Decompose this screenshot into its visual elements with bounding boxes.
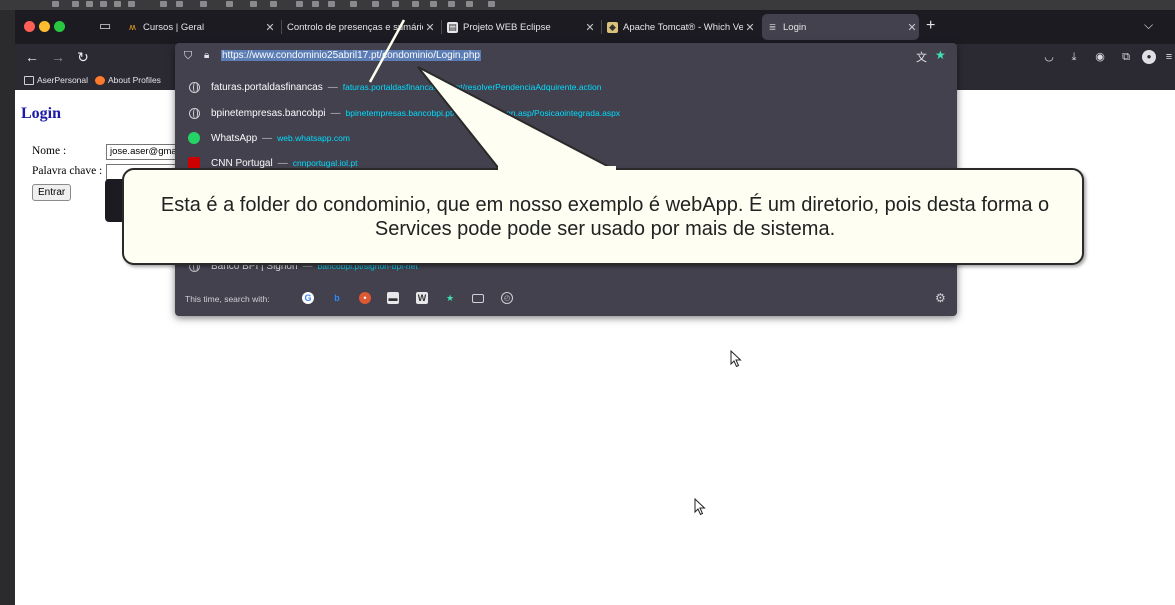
suggestion-url: web.whatsapp.com (277, 133, 350, 143)
suggestion-url: faturas.portaldasfinancas.gov.pt/resolve… (342, 82, 602, 92)
tab-controlo[interactable]: Controlo de presenças e sumários ✕ (287, 14, 437, 40)
suggestion-title: faturas.portaldasfinancas (211, 81, 323, 93)
address-bar[interactable]: ⛉ 🔒︎ https://www.condominio25abril17.pt/… (175, 43, 957, 71)
close-tab-icon[interactable]: ✕ (743, 21, 757, 34)
window-edge (0, 10, 15, 605)
history-icon[interactable]: ◴ (501, 292, 513, 304)
globe-icon (189, 81, 200, 93)
bookmark-star-icon[interactable]: ★ (935, 48, 946, 62)
close-tab-icon[interactable]: ✕ (423, 21, 437, 34)
bookmark-about-profiles[interactable]: About Profiles (95, 75, 161, 85)
tab-title: Projeto WEB Eclipse (463, 21, 551, 33)
google-icon[interactable]: G (302, 292, 314, 304)
password-label: Palavra chave : (32, 165, 103, 177)
annotation-callout: Esta é a folder do condominio, que em no… (122, 168, 1084, 265)
tab-login[interactable]: ≣ Login ✕ (762, 14, 919, 40)
close-tab-icon[interactable]: ✕ (263, 21, 277, 34)
nome-label: Nome : (32, 145, 67, 157)
mouse-cursor-icon (694, 498, 706, 516)
tomcat-icon: ◆ (607, 21, 618, 33)
mouse-cursor-icon (730, 350, 742, 368)
menu-icon[interactable]: ≡ (1162, 50, 1175, 64)
pocket-icon[interactable]: ◡ (1042, 50, 1056, 64)
suggestion-item[interactable]: bpinetempresas.bancobpi — bpinetempresas… (175, 102, 957, 124)
tab-cursos[interactable]: ʍ Cursos | Geral ✕ (127, 14, 277, 40)
entrar-button[interactable]: Entrar (32, 184, 72, 201)
reload-icon[interactable]: ↻ (75, 49, 91, 65)
bookmark-label: About Profiles (108, 75, 161, 85)
wikipedia-icon[interactable]: ▬ (387, 292, 399, 304)
globe-icon (189, 107, 200, 119)
close-window-button[interactable] (24, 21, 35, 32)
callout-text: Esta é a folder do condominio, que em no… (160, 194, 1050, 240)
url-input[interactable]: https://www.condominio25abril17.pt/condo… (221, 50, 481, 61)
duckduckgo-icon[interactable]: • (359, 292, 371, 304)
tab-bar: ▭ ʍ Cursos | Geral ✕ Controlo de presenç… (15, 10, 1175, 44)
bing-icon[interactable]: b (331, 292, 343, 304)
moodle-icon: ʍ (129, 21, 136, 32)
tab-title: Login (783, 21, 807, 33)
new-tab-button[interactable]: + (926, 18, 935, 34)
tab-apache-tomcat[interactable]: ◆ Apache Tomcat® - Which Versi ✕ (607, 14, 757, 40)
tab-list-icon[interactable]: ▭ (97, 18, 113, 34)
close-tab-icon[interactable]: ✕ (905, 21, 919, 34)
bookmark-label: AserPersonal (37, 75, 89, 85)
gear-icon[interactable]: ⚙ (935, 291, 946, 305)
lock-icon[interactable]: 🔒︎ (204, 50, 209, 61)
tabs-icon[interactable] (472, 294, 484, 303)
suggestion-item[interactable]: faturas.portaldasfinancas — faturas.port… (175, 76, 957, 98)
suggestion-url: cnnportugal.iol.pt (292, 158, 358, 168)
account-icon[interactable]: ◉ (1093, 50, 1107, 64)
suggestion-title: bpinetempresas.bancobpi (211, 107, 326, 119)
suggestion-url: bpinetempresas.bancobpi.pt/SIGNON/signon… (345, 108, 621, 118)
close-tab-icon[interactable]: ✕ (583, 21, 597, 34)
doc-icon: ▤ (447, 21, 458, 33)
bookmarks-star-icon[interactable]: ★ (444, 292, 456, 304)
minimize-window-button[interactable] (39, 21, 50, 32)
os-menu-strip (0, 0, 1175, 10)
tab-title: Apache Tomcat® - Which Versi (623, 21, 743, 33)
maximize-window-button[interactable] (54, 21, 65, 32)
callout-join (498, 166, 616, 172)
forward-arrow-icon[interactable]: → (50, 49, 66, 65)
search-with-label: This time, search with: (185, 294, 270, 304)
back-arrow-icon[interactable]: ← (24, 49, 40, 65)
tab-projeto-web[interactable]: ▤ Projeto WEB Eclipse ✕ (447, 14, 597, 40)
translate-icon[interactable]: 文 (916, 49, 927, 65)
folder-icon (24, 75, 34, 85)
wikipedia-w-icon[interactable]: W (416, 292, 428, 304)
db-icon: ≣ (768, 21, 777, 32)
firefox-icon (95, 75, 105, 85)
suggestion-item[interactable]: WhatsApp — web.whatsapp.com (175, 127, 957, 149)
tab-overflow-chevron-icon[interactable]: ⌵ (1144, 18, 1153, 33)
tab-title: Controlo de presenças e sumários (287, 21, 423, 33)
shield-icon[interactable]: ⛉ (184, 50, 192, 63)
whatsapp-icon (188, 132, 200, 144)
suggestion-title: WhatsApp (211, 132, 258, 144)
tab-title: Cursos | Geral (143, 21, 205, 33)
extensions-icon[interactable]: ⧉ (1119, 50, 1133, 64)
profile-badge-icon[interactable]: ● (1142, 50, 1156, 64)
suggestion-title: CNN Portugal (211, 157, 273, 169)
downloads-icon[interactable]: ⤓ (1067, 50, 1081, 64)
page-title: Login (21, 105, 62, 122)
bookmark-aserpersonal[interactable]: AserPersonal (24, 75, 88, 85)
